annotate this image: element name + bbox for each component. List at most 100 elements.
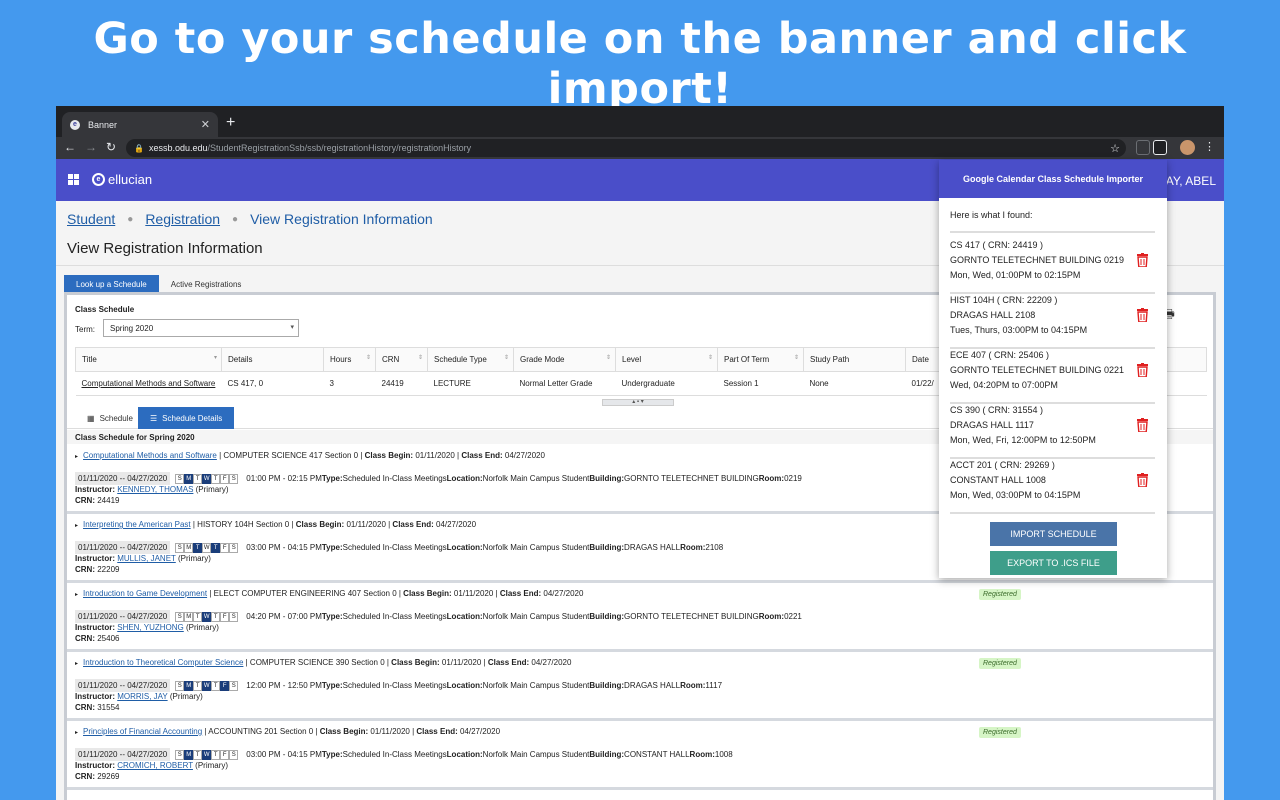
trash-icon[interactable] <box>1137 473 1148 487</box>
column-header[interactable]: Level ⇕ <box>615 347 718 372</box>
weekday-box: W <box>202 680 212 691</box>
instructor-line: Instructor: CROMICH, ROBERT (Primary) <box>75 761 228 770</box>
browser-tab[interactable]: e Banner ✕ <box>62 112 218 137</box>
popup-course-code: ECE 407 ( CRN: 25406 ) <box>950 350 1050 360</box>
import-schedule-button[interactable]: IMPORT SCHEDULE <box>990 522 1117 546</box>
location-value: Norfolk Main Campus Student <box>482 474 590 483</box>
instructor-link[interactable]: SHEN, YUZHONG <box>117 623 184 632</box>
meeting-time: 03:00 PM - 04:15 PM <box>246 543 322 552</box>
page-title: View Registration Information <box>67 240 263 257</box>
type-value: Scheduled In-Class Meetings <box>342 612 447 621</box>
trash-icon[interactable] <box>1137 308 1148 322</box>
trash-icon[interactable] <box>1137 418 1148 432</box>
crn-line: CRN: 29269 <box>75 772 119 781</box>
new-tab-button[interactable]: + <box>226 114 235 132</box>
profile-avatar[interactable] <box>1180 140 1195 155</box>
weekday-box: F <box>220 542 230 553</box>
ellucian-logo: e ellucian <box>92 172 152 187</box>
class-end-label: Class End: <box>487 658 530 667</box>
meeting-line: 01/11/2020 -- 04/27/2020 S M T W T F S 04:20 PM … <box>75 610 802 623</box>
course-title-link[interactable]: Computational Methods and Software <box>82 379 216 388</box>
instructor-line: Instructor: SHEN, YUZHONG (Primary) <box>75 623 219 632</box>
term-select[interactable]: Spring 2020 ▾ <box>103 319 299 337</box>
url-host: xessb.odu.edu <box>148 143 208 153</box>
apps-grid-icon[interactable] <box>68 174 79 185</box>
instructor-link[interactable]: MULLIS, JANET <box>117 554 176 563</box>
breadcrumb-student[interactable]: Student <box>67 211 115 227</box>
column-header[interactable]: Details <box>221 347 324 372</box>
tab-schedule-details[interactable]: ☰ Schedule Details <box>138 407 235 429</box>
expand-triangle-icon[interactable]: ▸ <box>75 730 78 736</box>
column-header[interactable]: Hours ⇕ <box>323 347 376 372</box>
meeting-line: 01/11/2020 -- 04/27/2020 S M T W T F S 12:00 PM … <box>75 679 722 692</box>
type-value: Scheduled In-Class Meetings <box>342 681 447 690</box>
brand-name: ellucian <box>108 172 153 187</box>
close-icon[interactable]: ✕ <box>201 118 210 131</box>
expand-triangle-icon[interactable]: ▸ <box>75 592 78 598</box>
back-icon[interactable]: ← <box>64 140 76 154</box>
trash-icon[interactable] <box>1137 253 1148 267</box>
class-begin-label: Class Begin: <box>403 589 452 598</box>
column-header[interactable]: Schedule Type ⇕ <box>427 347 514 372</box>
meeting-dates: 01/11/2020 -- 04/27/2020 <box>75 679 171 692</box>
meeting-time: 01:00 PM - 02:15 PM <box>246 474 322 483</box>
class-end-value: 04/27/2020 <box>433 520 477 529</box>
weekday-box: T <box>211 749 221 760</box>
building-label: Building: <box>589 543 625 552</box>
trash-icon[interactable] <box>1137 363 1148 377</box>
reload-icon[interactable]: ↻ <box>106 140 116 154</box>
column-header[interactable]: Title ▾ <box>75 347 222 372</box>
course-title-link[interactable]: Introduction to Game Development <box>83 589 207 598</box>
table-cell: LECTURE <box>427 371 514 396</box>
crn-value: 22209 <box>97 565 120 574</box>
column-header[interactable]: CRN ⇕ <box>375 347 428 372</box>
column-header[interactable]: Part Of Term ⇕ <box>717 347 804 372</box>
meeting-dates: 01/11/2020 -- 04/27/2020 <box>75 541 171 554</box>
popup-course-item: ECE 407 ( CRN: 25406 ) GORNTO TELETECHNET… <box>950 348 1155 401</box>
crn-value: 31554 <box>97 703 120 712</box>
expand-triangle-icon[interactable]: ▸ <box>75 523 78 529</box>
tab-title: Banner <box>88 119 118 130</box>
class-end-value: 04/27/2020 <box>541 589 584 598</box>
popup-course-time: Wed, 04:20PM to 07:00PM <box>950 380 1058 390</box>
course-row: ▸ Principles of Financial Accounting | AC… <box>67 721 1213 790</box>
course-title-link[interactable]: Computational Methods and Software <box>83 451 217 460</box>
weekday-box: F <box>220 749 230 760</box>
forward-icon[interactable]: → <box>85 140 97 154</box>
resize-handle[interactable]: ▴ ▪ ▾ <box>602 399 674 406</box>
lock-icon: 🔒 <box>134 143 144 153</box>
building-value: CONSTANT HALL <box>624 750 690 759</box>
column-header[interactable]: Grade Mode ⇕ <box>513 347 616 372</box>
status-badge: Registered <box>979 658 1021 669</box>
bookmark-star-icon[interactable]: ☆ <box>1110 142 1120 155</box>
tab-schedule[interactable]: ▦ Schedule <box>75 407 145 429</box>
weekday-box: W <box>202 749 212 760</box>
instructor-link[interactable]: CROMICH, ROBERT <box>117 761 193 770</box>
course-title-link[interactable]: Introduction to Theoretical Computer Sci… <box>83 658 243 667</box>
instructor-label: Instructor: <box>75 554 118 563</box>
browser-menu-icon[interactable]: ⋮ <box>1204 140 1215 153</box>
weekday-box: T <box>193 749 203 760</box>
instructor-link[interactable]: KENNEDY, THOMAS <box>117 485 193 494</box>
breadcrumb-registration[interactable]: Registration <box>145 211 220 227</box>
expand-triangle-icon[interactable]: ▸ <box>75 454 78 460</box>
url-field[interactable]: 🔒 xessb.odu.edu /StudentRegistrationSsb/… <box>126 139 1126 157</box>
popup-course-location: GORNTO TELETECHNET BUILDING 0221 <box>950 365 1125 375</box>
column-header[interactable]: Study Path <box>803 347 906 372</box>
instructor-link[interactable]: MORRIS, JAY <box>117 692 167 701</box>
course-title-link[interactable]: Principles of Financial Accounting <box>83 727 202 736</box>
instructor-line: Instructor: MULLIS, JANET (Primary) <box>75 554 211 563</box>
extension-icon[interactable] <box>1136 140 1150 155</box>
expand-triangle-icon[interactable]: ▸ <box>75 661 78 667</box>
table-cell: CS 417, 0 <box>221 371 324 396</box>
weekday-box: T <box>193 473 203 484</box>
course-title-link[interactable]: Interpreting the American Past <box>83 520 191 529</box>
building-value: GORNTO TELETECHNET BUILDING <box>624 612 759 621</box>
export-ics-button[interactable]: EXPORT TO .ICS FILE <box>990 551 1117 575</box>
calendar-extension-icon[interactable] <box>1153 140 1167 155</box>
building-label: Building: <box>589 681 625 690</box>
weekday-indicator: SMTWTFS <box>175 473 239 484</box>
course-header-line: ▸ Interpreting the American Past | HISTOR… <box>75 520 476 529</box>
weekday-indicator: SMTWTFS <box>175 542 239 553</box>
type-label: Type: <box>321 543 343 552</box>
